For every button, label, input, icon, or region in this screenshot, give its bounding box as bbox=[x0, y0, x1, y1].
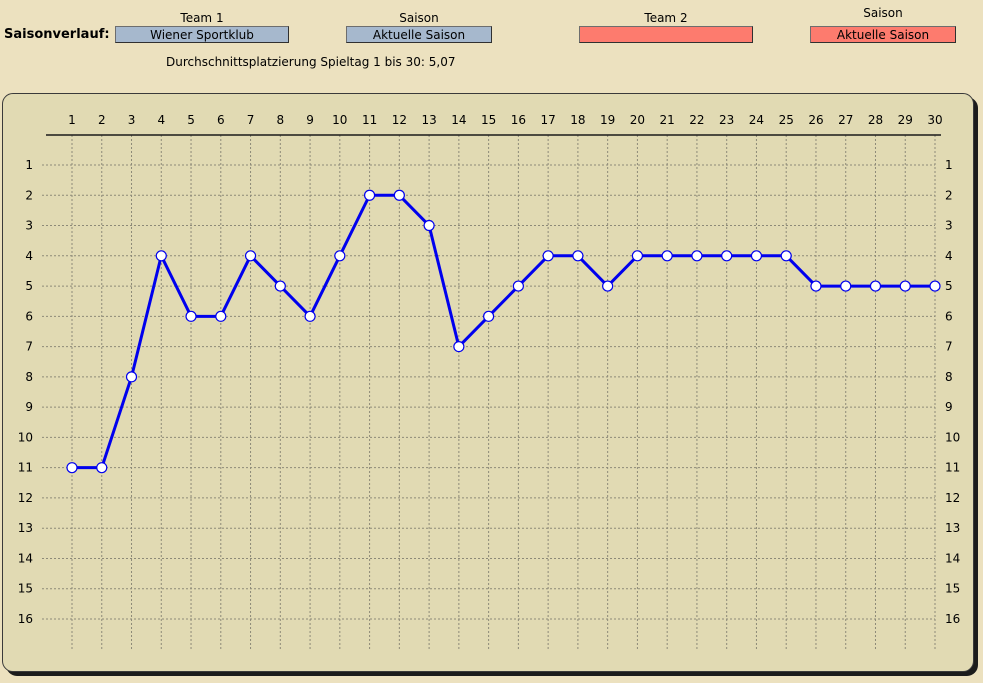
y-tick-label-right: 15 bbox=[945, 582, 960, 596]
data-point bbox=[929, 280, 941, 292]
y-tick-label-left: 8 bbox=[25, 370, 33, 384]
x-tick-label: 23 bbox=[719, 113, 734, 127]
x-tick-label: 9 bbox=[306, 113, 314, 127]
x-tick-label: 2 bbox=[98, 113, 106, 127]
y-tick-label-left: 5 bbox=[25, 279, 33, 293]
data-point bbox=[721, 250, 733, 262]
x-tick-label: 8 bbox=[276, 113, 284, 127]
y-tick-label-left: 6 bbox=[25, 309, 33, 323]
x-tick-label: 6 bbox=[217, 113, 225, 127]
data-point bbox=[750, 250, 763, 262]
x-tick-label: 3 bbox=[128, 113, 136, 127]
data-point bbox=[542, 250, 554, 262]
x-tick-label: 15 bbox=[481, 113, 496, 127]
x-tick-label: 26 bbox=[808, 113, 823, 127]
data-point bbox=[215, 310, 227, 322]
x-tick-label: 29 bbox=[898, 113, 913, 127]
data-point bbox=[423, 219, 435, 232]
y-tick-label-right: 2 bbox=[945, 188, 953, 202]
x-tick-label: 28 bbox=[868, 113, 883, 127]
y-tick-label-left: 16 bbox=[18, 612, 33, 626]
y-tick-label-right: 4 bbox=[945, 249, 953, 263]
y-tick-label-left: 13 bbox=[18, 521, 33, 535]
y-tick-label-left: 3 bbox=[25, 219, 33, 233]
data-point bbox=[602, 280, 614, 292]
data-point bbox=[96, 462, 108, 474]
y-tick-label-right: 16 bbox=[945, 612, 960, 626]
data-point bbox=[810, 280, 822, 292]
y-tick-label-right: 10 bbox=[945, 430, 960, 444]
x-tick-label: 17 bbox=[540, 113, 555, 127]
y-tick-label-left: 11 bbox=[18, 461, 33, 475]
x-tick-label: 19 bbox=[600, 113, 615, 127]
x-tick-label: 22 bbox=[689, 113, 704, 127]
data-point bbox=[631, 250, 644, 262]
x-tick-label: 11 bbox=[362, 113, 377, 127]
x-tick-label: 1 bbox=[68, 113, 76, 127]
x-tick-label: 24 bbox=[749, 113, 764, 127]
data-point bbox=[274, 280, 286, 292]
y-tick-label-left: 12 bbox=[18, 491, 33, 505]
x-tick-label: 5 bbox=[187, 113, 195, 127]
y-tick-label-left: 9 bbox=[25, 400, 33, 414]
x-tick-label: 4 bbox=[157, 113, 165, 127]
data-point bbox=[691, 250, 703, 262]
data-point bbox=[572, 250, 584, 262]
x-tick-label: 7 bbox=[247, 113, 255, 127]
data-point bbox=[780, 250, 792, 262]
data-point bbox=[393, 189, 405, 201]
data-point bbox=[840, 280, 852, 292]
y-tick-label-left: 4 bbox=[25, 249, 33, 263]
season-chart: 1 2 3 4 5 6 7 8 9 10 11 12 13 14 15 16 17 18 19 20 21 22 23 24 2… bbox=[18, 113, 960, 650]
data-point bbox=[334, 250, 346, 262]
y-tick-label-left: 10 bbox=[18, 430, 33, 444]
y-tick-label-left: 1 bbox=[25, 158, 33, 172]
data-point bbox=[512, 280, 524, 292]
y-tick-label-right: 7 bbox=[945, 340, 953, 354]
x-tick-label: 20 bbox=[630, 113, 645, 127]
y-tick-label-right: 12 bbox=[945, 491, 960, 505]
x-tick-label: 14 bbox=[451, 113, 466, 127]
x-tick-label: 13 bbox=[421, 113, 436, 127]
data-point bbox=[483, 310, 495, 322]
y-tick-label-right: 11 bbox=[945, 461, 960, 475]
x-tick-label: 16 bbox=[511, 113, 526, 127]
x-tick-label: 10 bbox=[332, 113, 347, 127]
data-point bbox=[363, 189, 376, 201]
series-line bbox=[72, 193, 935, 470]
data-point bbox=[185, 310, 197, 322]
y-tick-label-left: 14 bbox=[18, 551, 33, 565]
y-tick-label-right: 3 bbox=[945, 219, 953, 233]
y-tick-label-right: 9 bbox=[945, 400, 953, 414]
data-point bbox=[244, 250, 257, 262]
data-point bbox=[899, 280, 911, 292]
x-tick-label: 18 bbox=[570, 113, 585, 127]
data-point bbox=[304, 310, 316, 322]
data-point bbox=[125, 371, 138, 383]
x-tick-label: 12 bbox=[392, 113, 407, 127]
x-tick-label: 27 bbox=[838, 113, 853, 127]
y-tick-label-left: 7 bbox=[25, 340, 33, 354]
data-point bbox=[869, 280, 882, 292]
y-tick-label-right: 14 bbox=[945, 551, 960, 565]
y-tick-label-right: 5 bbox=[945, 279, 953, 293]
y-tick-label-left: 15 bbox=[18, 582, 33, 596]
x-tick-label: 25 bbox=[779, 113, 794, 127]
y-tick-label-right: 13 bbox=[945, 521, 960, 535]
y-tick-label-right: 8 bbox=[945, 370, 953, 384]
data-point bbox=[453, 341, 465, 353]
y-tick-label-right: 6 bbox=[945, 309, 953, 323]
y-tick-label-right: 1 bbox=[945, 158, 953, 172]
y-tick-label-left: 2 bbox=[25, 188, 33, 202]
data-point bbox=[66, 462, 78, 474]
x-tick-label: 21 bbox=[660, 113, 675, 127]
data-point bbox=[155, 250, 167, 262]
x-tick-label: 30 bbox=[927, 113, 942, 127]
data-point bbox=[661, 250, 673, 262]
